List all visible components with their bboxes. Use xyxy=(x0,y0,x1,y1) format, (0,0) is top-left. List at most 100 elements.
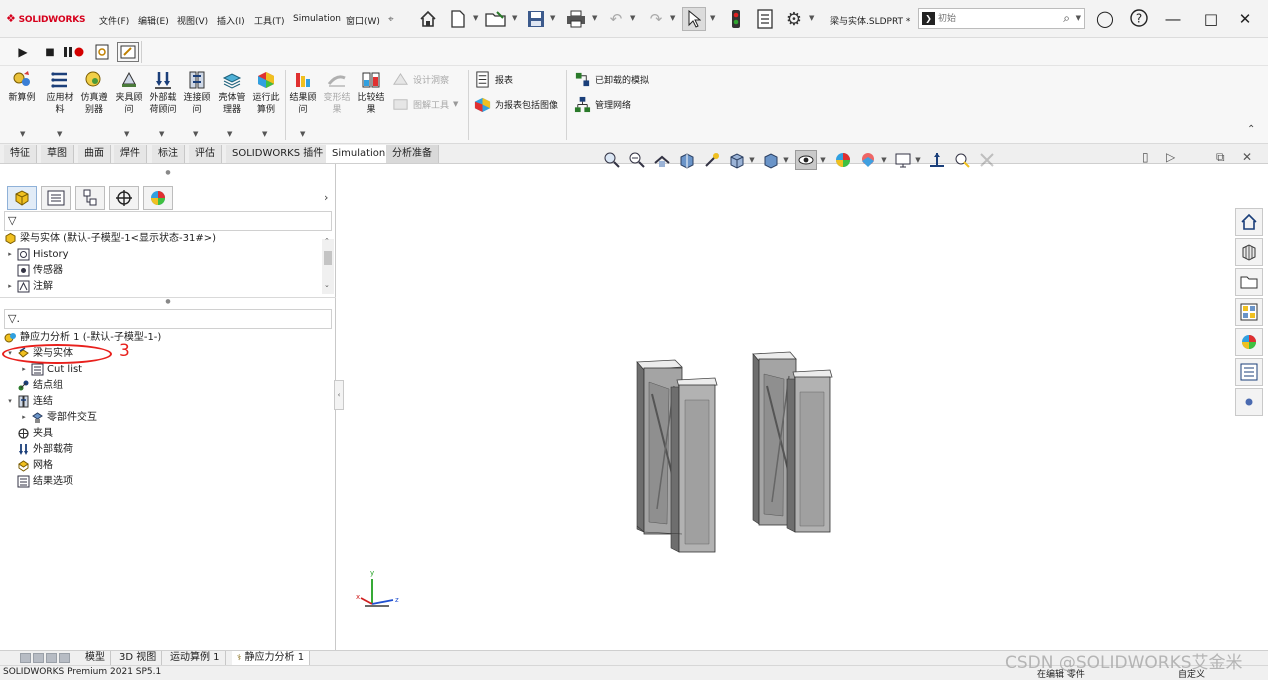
feature-tree-filter[interactable]: ▽ xyxy=(4,211,332,231)
unloaded-simulations-button[interactable]: 已卸载的模拟 xyxy=(574,70,649,88)
chevron-down-icon[interactable]: ▼ xyxy=(227,130,232,138)
collapse-ribbon-icon[interactable]: ⌃ xyxy=(1247,124,1255,135)
simulation-tree-filter[interactable]: ▽. xyxy=(4,309,332,329)
scrollbar-thumb[interactable] xyxy=(324,251,332,265)
new-document-icon[interactable] xyxy=(446,7,470,31)
fixtures-advisor-button[interactable]: 夹具顾问 xyxy=(112,70,146,116)
pane-split-icon[interactable]: ▷ xyxy=(1166,150,1175,164)
chevron-down-icon[interactable]: ▼ xyxy=(1076,14,1081,22)
connections-advisor-button[interactable]: 连接顾问 xyxy=(180,70,214,116)
tab-motion-study-1[interactable]: 运动算例 1 xyxy=(165,651,226,666)
report-button[interactable]: 报表 xyxy=(474,70,558,88)
options-gear-icon[interactable]: ⚙ xyxy=(782,7,806,31)
simulation-advisor-button[interactable]: 仿真遵别器 xyxy=(77,70,111,116)
new-macro-icon[interactable] xyxy=(91,42,113,62)
apply-material-button[interactable]: 应用材料 xyxy=(43,70,77,116)
graphics-area[interactable]: y z x xyxy=(337,164,1235,650)
sim-item-joint-group[interactable]: 结点组 xyxy=(6,378,63,393)
external-loads-button[interactable]: 外部载荷顾问 xyxy=(146,70,180,116)
rebuild-traffic-light-icon[interactable] xyxy=(724,7,748,31)
chevron-down-icon[interactable]: ▼ xyxy=(809,14,814,22)
chevron-right-icon[interactable]: › xyxy=(324,191,328,204)
expand-icon[interactable]: ▸ xyxy=(20,362,28,377)
tree-item-sensors[interactable]: 传感器 xyxy=(6,263,63,278)
tree-item-annotations[interactable]: ▸ 注解 xyxy=(6,279,53,294)
run-study-button[interactable]: 运行此算例 xyxy=(249,70,283,116)
include-image-button[interactable]: 为报表包括图像 xyxy=(474,95,558,113)
home-icon[interactable] xyxy=(416,7,440,31)
tab-sketch[interactable]: 草图 xyxy=(41,145,74,163)
maximize-icon[interactable]: □ xyxy=(1200,8,1222,30)
undo-icon[interactable]: ↶ xyxy=(604,7,628,31)
expand-icon[interactable]: ▸ xyxy=(6,247,14,262)
restore-pane-icon[interactable]: ▯ xyxy=(1142,150,1149,164)
chevron-down-icon[interactable]: ▼ xyxy=(550,14,555,22)
tab-surfaces[interactable]: 曲面 xyxy=(78,145,111,163)
document-restore-icon[interactable]: ⧉ xyxy=(1216,150,1225,165)
save-icon[interactable] xyxy=(524,7,548,31)
collapse-icon[interactable]: ▾ xyxy=(6,394,14,409)
chevron-down-icon[interactable]: ▼ xyxy=(124,130,129,138)
sim-item-mesh[interactable]: 网格 xyxy=(6,458,53,473)
search-icon[interactable]: ⌕ xyxy=(1063,11,1070,26)
next-tab-icon[interactable] xyxy=(46,653,57,663)
chevron-down-icon[interactable]: ▼ xyxy=(453,100,458,108)
solidworks-resources-tab[interactable] xyxy=(1235,208,1263,236)
tab-simulation[interactable]: Simulation xyxy=(326,145,393,163)
panel-grip[interactable]: ● xyxy=(0,169,336,177)
open-folder-icon[interactable] xyxy=(484,7,508,31)
scroll-down-icon[interactable]: ⌄ xyxy=(324,281,330,289)
chevron-down-icon[interactable]: ▼ xyxy=(592,14,597,22)
search-commands-box[interactable]: ❯ ⌕ ▼ xyxy=(918,8,1085,29)
compare-results-button[interactable]: 比较结果 xyxy=(354,70,388,116)
solidworks-logo[interactable]: ❖ SOLIDWORKS xyxy=(6,12,85,25)
chevron-down-icon[interactable]: ▼ xyxy=(262,130,267,138)
tab-3d-views[interactable]: 3D 视图 xyxy=(114,651,163,666)
scroll-up-icon[interactable]: ⌃ xyxy=(324,237,330,245)
help-icon[interactable]: ? xyxy=(1128,8,1150,30)
menu-edit[interactable]: 编辑(E) xyxy=(138,14,169,27)
edit-macro-icon[interactable] xyxy=(117,42,139,62)
manage-network-button[interactable]: 管理网络 xyxy=(574,95,649,113)
tab-model[interactable]: 模型 xyxy=(80,651,111,666)
menu-view[interactable]: 视图(V) xyxy=(177,14,208,27)
print-icon[interactable] xyxy=(564,7,588,31)
sim-item-result-options[interactable]: 结果选项 xyxy=(6,474,73,489)
search-input[interactable] xyxy=(938,11,1058,26)
tab-evaluate[interactable]: 评估 xyxy=(189,145,222,163)
tab-configuration-manager[interactable] xyxy=(75,186,105,210)
select-pointer-icon[interactable] xyxy=(682,7,706,31)
tab-solidworks-addins[interactable]: SOLIDWORKS 插件 xyxy=(226,145,331,163)
sim-item-component-interactions[interactable]: ▸ 零部件交互 xyxy=(20,410,97,425)
new-study-button[interactable]: 新算例 xyxy=(5,70,39,104)
tab-weldments[interactable]: 焊件 xyxy=(114,145,147,163)
pause-record-icon[interactable] xyxy=(63,42,85,62)
plot-tools-button[interactable]: 图解工具 ▼ xyxy=(392,95,458,113)
expand-icon[interactable]: ▸ xyxy=(20,410,28,425)
file-properties-icon[interactable] xyxy=(753,7,777,31)
close-icon[interactable]: ✕ xyxy=(1234,8,1256,30)
last-tab-icon[interactable] xyxy=(59,653,70,663)
previous-tab-icon[interactable] xyxy=(33,653,44,663)
appearances-tab[interactable] xyxy=(1235,328,1263,356)
tree-item-history[interactable]: ▸ History xyxy=(6,247,69,262)
deformed-result-button[interactable]: 变形结果 xyxy=(320,70,354,116)
tab-dimxpert-manager[interactable] xyxy=(109,186,139,210)
splitter-grip[interactable]: ● xyxy=(0,297,336,305)
chevron-down-icon[interactable]: ▼ xyxy=(710,14,715,22)
document-close-icon[interactable]: ✕ xyxy=(1242,150,1252,164)
chevron-down-icon[interactable]: ▼ xyxy=(193,130,198,138)
sim-item-cut-list[interactable]: ▸ Cut list xyxy=(20,362,82,377)
tab-analysis-preparation[interactable]: 分析准备 xyxy=(386,145,439,163)
sim-item-connections[interactable]: ▾ 连结 xyxy=(6,394,53,409)
tab-static-study-1[interactable]: ⚕ 静应力分析 1 xyxy=(232,651,311,666)
results-advisor-button[interactable]: 结果顾问 xyxy=(286,70,320,116)
menu-file[interactable]: 文件(F) xyxy=(99,14,129,27)
shell-manager-button[interactable]: 壳体管理器 xyxy=(215,70,249,116)
pin-icon[interactable]: ⌖ xyxy=(388,14,394,25)
file-explorer-tab[interactable] xyxy=(1235,268,1263,296)
tab-property-manager[interactable] xyxy=(41,186,71,210)
feature-tree-scrollbar[interactable]: ⌃ ⌄ xyxy=(322,237,334,294)
first-tab-icon[interactable] xyxy=(20,653,31,663)
chevron-down-icon[interactable]: ▼ xyxy=(57,130,62,138)
